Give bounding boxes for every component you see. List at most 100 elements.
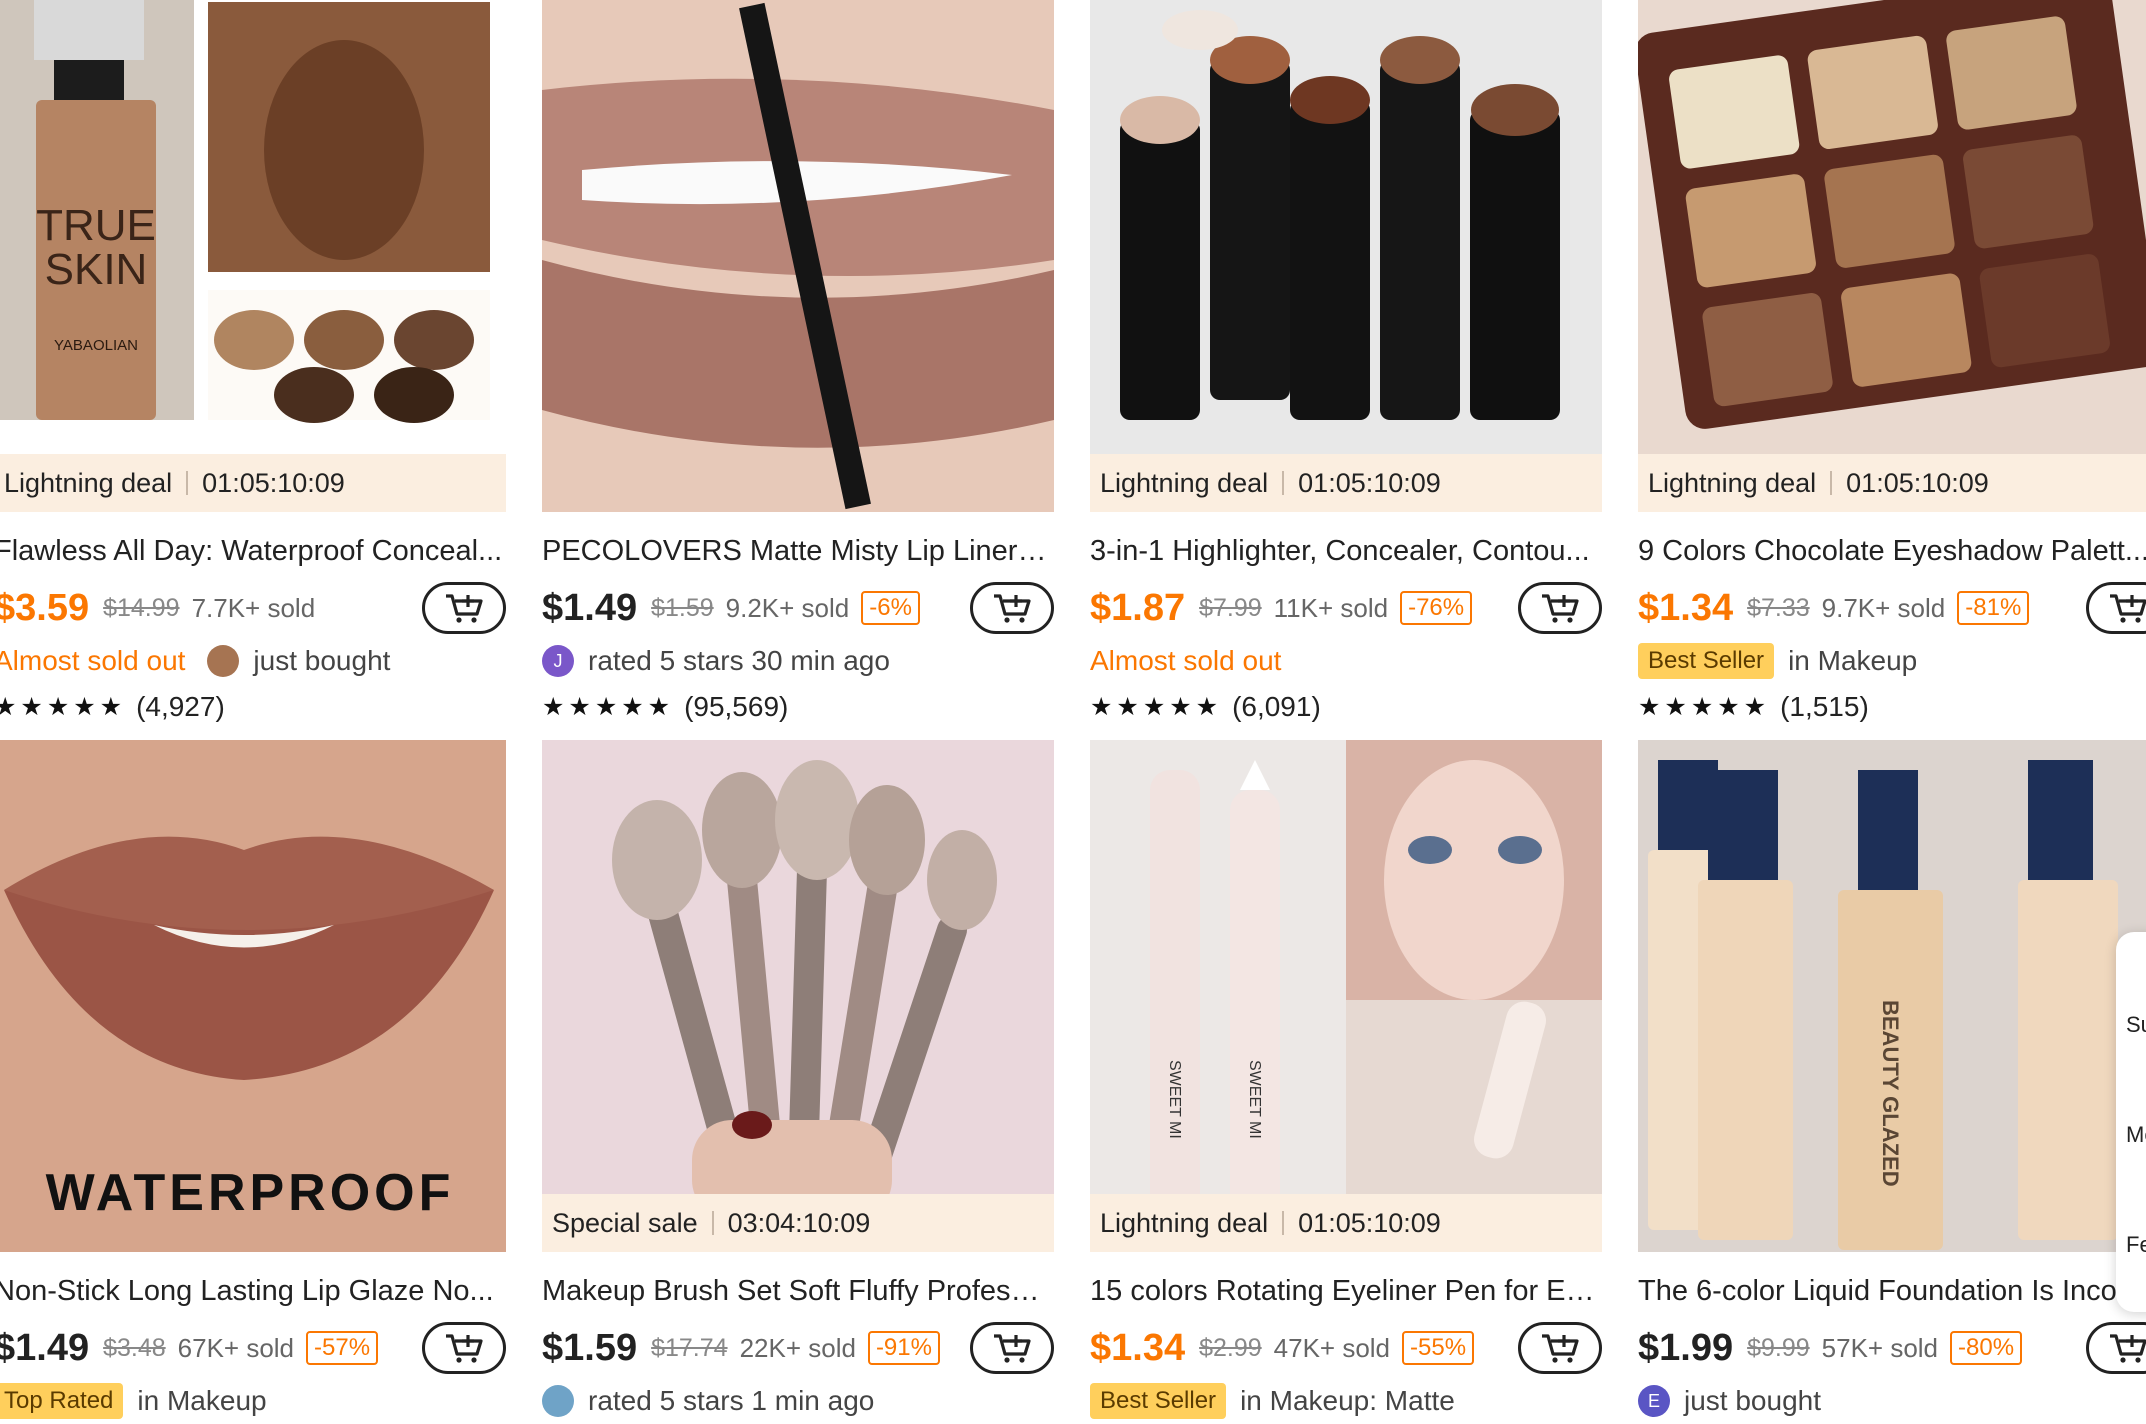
add-to-cart-icon — [994, 594, 1031, 623]
deal-banner: Special sale 03:04:10:09 — [542, 1194, 1054, 1252]
deal-banner: Lightning deal 01:05:10:09 — [1090, 1194, 1602, 1252]
deal-label: Special sale — [552, 1207, 698, 1238]
add-to-cart-button[interactable] — [970, 1322, 1054, 1374]
star-icon: ★★★★★ — [0, 693, 127, 721]
recent-activity-text: just bought — [253, 645, 391, 676]
product-title[interactable]: Flawless All Day: Waterproof Conceal... — [0, 532, 506, 570]
reviewer-avatar — [542, 1385, 574, 1417]
rating: ★★★★★ (6,091) — [1090, 684, 1602, 730]
category-text[interactable]: in Makeup — [137, 1385, 266, 1417]
eyeliner-pen-image: SWEET MI SWEET MI — [1090, 740, 1602, 1252]
deal-banner: Lightning deal 01:05:10:09 — [1090, 454, 1602, 512]
rating-count: (95,569) — [684, 691, 789, 722]
product-price: $1.34 — [1090, 1326, 1186, 1369]
discount-badge: -91% — [867, 1331, 940, 1365]
sold-count: 47K+ sold — [1273, 1332, 1391, 1363]
add-to-cart-button[interactable] — [1518, 1322, 1602, 1374]
original-price: $3.48 — [103, 1333, 166, 1362]
svg-text:SWEET MI: SWEET MI — [1246, 1060, 1263, 1139]
product-title[interactable]: PECOLOVERS Matte Misty Lip Liner Li... — [542, 532, 1054, 570]
original-price: $2.99 — [1199, 1333, 1262, 1362]
product-image[interactable]: TRUE SKIN YABAOLIAN Lightning deal 01:05… — [0, 0, 506, 512]
deal-timer: 01:05:10:09 — [1298, 467, 1441, 498]
discount-badge: -57% — [306, 1331, 379, 1365]
recent-activity-text: rated 5 stars 1 min ago — [588, 1385, 875, 1416]
add-to-cart-button[interactable] — [422, 582, 506, 634]
product-title[interactable]: Makeup Brush Set Soft Fluffy Professi... — [542, 1272, 1054, 1310]
sold-count: 11K+ sold — [1273, 592, 1389, 623]
discount-badge: -81% — [1957, 591, 2030, 625]
original-price: $7.33 — [1747, 593, 1810, 622]
side-panel-item[interactable]: Su — [2126, 1012, 2146, 1038]
side-panel[interactable]: Su Me Fe — [2116, 932, 2146, 1312]
deal-timer: 01:05:10:09 — [1846, 467, 1989, 498]
add-to-cart-button[interactable] — [2086, 582, 2146, 634]
product-card[interactable]: TRUE SKIN YABAOLIAN Lightning deal 01:05… — [0, 0, 506, 730]
product-image[interactable]: Lightning deal 01:05:10:09 — [1638, 0, 2146, 512]
product-title[interactable]: 15 colors Rotating Eyeliner Pen for Ey..… — [1090, 1272, 1602, 1310]
discount-badge: -80% — [1950, 1331, 2023, 1365]
recent-activity-text: rated 5 stars 30 min ago — [588, 645, 890, 676]
rating-count: (4,927) — [136, 691, 225, 722]
product-image[interactable]: Lightning deal 01:05:10:09 — [1090, 0, 1602, 512]
add-to-cart-button[interactable] — [970, 582, 1054, 634]
add-to-cart-icon — [2110, 594, 2146, 623]
product-title[interactable]: Non-Stick Long Lasting Lip Glaze No... — [0, 1272, 506, 1310]
foundation-bottle-image: TRUE SKIN YABAOLIAN — [0, 0, 506, 512]
deal-label: Lightning deal — [4, 467, 173, 498]
product-card[interactable]: WATERPROOF Non-Stick Long Lasting Lip Gl… — [0, 740, 506, 1424]
top-rated-badge: Top Rated — [0, 1383, 124, 1419]
product-image[interactable]: WATERPROOF — [0, 740, 506, 1252]
product-title[interactable]: The 6-color Liquid Foundation Is Inco — [1638, 1272, 2146, 1310]
deal-label: Lightning deal — [1100, 467, 1269, 498]
category-text[interactable]: in Makeup — [1788, 645, 1917, 677]
category-text[interactable]: in Makeup: Matte — [1240, 1385, 1455, 1417]
svg-text:SWEET MI: SWEET MI — [1166, 1060, 1183, 1139]
side-panel-item[interactable]: Me — [2126, 1122, 2146, 1148]
product-image[interactable]: BEAUTY GLAZED — [1638, 740, 2146, 1252]
makeup-brush-set-image — [542, 740, 1054, 1252]
add-to-cart-icon — [994, 1334, 1031, 1363]
liquid-foundation-image: BEAUTY GLAZED — [1638, 740, 2146, 1252]
product-card[interactable]: PECOLOVERS Matte Misty Lip Liner Li... $… — [542, 0, 1054, 730]
product-card[interactable]: BEAUTY GLAZED The 6-color Liquid Foundat… — [1638, 740, 2146, 1424]
original-price: $14.99 — [103, 593, 180, 622]
product-price: $1.34 — [1638, 586, 1734, 629]
sold-count: 9.7K+ sold — [1821, 592, 1946, 623]
product-image[interactable]: SWEET MI SWEET MI Lightning deal 01:05:1… — [1090, 740, 1602, 1252]
product-title[interactable]: 9 Colors Chocolate Eyeshadow Palett... — [1638, 532, 2146, 570]
product-card[interactable]: Lightning deal 01:05:10:09 3-in-1 Highli… — [1090, 0, 1602, 730]
discount-badge: -55% — [1402, 1331, 1475, 1365]
buyer-avatar — [207, 645, 240, 677]
product-card[interactable]: SWEET MI SWEET MI Lightning deal 01:05:1… — [1090, 740, 1602, 1424]
sold-count: 57K+ sold — [1821, 1332, 1939, 1363]
product-image[interactable] — [542, 0, 1054, 512]
rating: ★★★★★ (4,927) — [0, 684, 506, 730]
add-to-cart-button[interactable] — [1518, 582, 1602, 634]
product-card[interactable]: Lightning deal 01:05:10:09 9 Colors Choc… — [1638, 0, 2146, 730]
almost-sold-out-label: Almost sold out — [1090, 645, 1282, 676]
product-price: $1.99 — [1638, 1326, 1734, 1369]
star-icon: ★★★★★ — [1638, 693, 1771, 721]
product-title[interactable]: 3-in-1 Highlighter, Concealer, Contou... — [1090, 532, 1602, 570]
side-panel-item[interactable]: Fe — [2126, 1232, 2146, 1258]
svg-text:SKIN: SKIN — [45, 245, 148, 294]
deal-banner: Lightning deal 01:05:10:09 — [1638, 454, 2146, 512]
rating-count: (1,515) — [1780, 691, 1869, 722]
svg-text:YABAOLIAN: YABAOLIAN — [54, 337, 138, 354]
svg-text:WATERPROOF: WATERPROOF — [46, 1164, 455, 1222]
sold-count: 22K+ sold — [739, 1332, 856, 1363]
deal-timer: 01:05:10:09 — [202, 467, 345, 498]
product-price: $3.59 — [0, 586, 90, 629]
rating: ★★★★★ (1,515) — [1638, 684, 2146, 730]
original-price: $9.99 — [1747, 1333, 1810, 1362]
product-card[interactable]: Special sale 03:04:10:09 Makeup Brush Se… — [542, 740, 1054, 1424]
star-icon: ★★★★★ — [542, 693, 675, 721]
product-image[interactable]: Special sale 03:04:10:09 — [542, 740, 1054, 1252]
rating-count: (6,091) — [1232, 691, 1321, 722]
buyer-avatar: E — [1638, 1385, 1670, 1417]
recent-activity-text: just bought — [1684, 1385, 1821, 1416]
add-to-cart-button[interactable] — [2086, 1322, 2146, 1374]
deal-banner: Lightning deal 01:05:10:09 — [0, 454, 506, 512]
add-to-cart-button[interactable] — [422, 1322, 506, 1374]
